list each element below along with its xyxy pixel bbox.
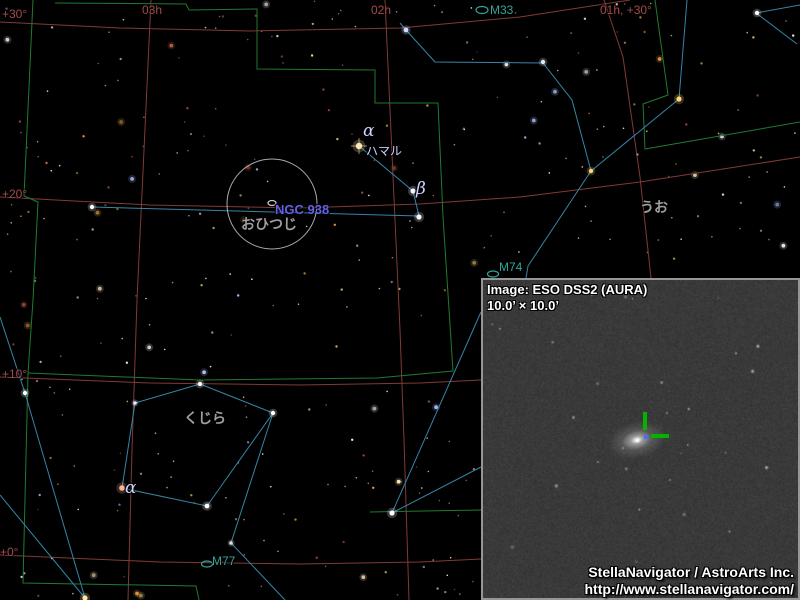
star-cet-3[interactable]	[271, 411, 275, 415]
messier-m77-label[interactable]: M77	[212, 555, 235, 567]
star-alpha-ari-label[interactable]: α	[363, 123, 374, 140]
target-crosshair-horizontal	[651, 434, 669, 438]
messier-m33-label[interactable]: M33	[490, 4, 513, 16]
constellation-cetus-label[interactable]: くじら	[184, 411, 226, 425]
dss2-image-inset: Image: ESO DSS2 (AURA) 10.0’ × 10.0’	[481, 278, 800, 600]
dec-plus0-label: +0°	[0, 546, 18, 558]
star-alpha-cet[interactable]	[119, 485, 125, 491]
star-psc-3[interactable]	[755, 11, 759, 15]
star-chart[interactable]: +30° 03h 02h 01h, +30° +20° +10° +0° M33 M74 M77 お…	[0, 0, 800, 600]
star-alpha-cet-label[interactable]: α	[125, 480, 136, 497]
constellation-pisces-label[interactable]: うお	[640, 200, 668, 214]
inset-field-size: 10.0’ × 10.0’	[487, 298, 559, 314]
star-psc-junction[interactable]	[589, 169, 593, 173]
ra-01h-dec-plus30-label: 01h, +30°	[600, 4, 652, 16]
ra-02h-label: 02h	[371, 4, 391, 16]
star-beta-ari-label[interactable]: β	[416, 181, 426, 198]
constellation-aries-label[interactable]: おひつじ	[241, 217, 297, 231]
dec-plus20-label: +20°	[2, 188, 27, 200]
dec-plus30-label: +30°	[2, 8, 27, 20]
star-cet-4[interactable]	[205, 504, 210, 509]
star-cet-5[interactable]	[229, 541, 233, 545]
star-psc-2[interactable]	[404, 28, 409, 33]
star-ari-west[interactable]	[90, 205, 94, 209]
messier-m74-label[interactable]: M74	[499, 261, 522, 273]
object-ngc938-label[interactable]: NGC 938	[275, 203, 329, 216]
dso-symbol-m74[interactable]	[488, 271, 499, 277]
ra-03h-label: 03h	[142, 4, 162, 16]
star-cet-2[interactable]	[133, 401, 137, 405]
star-gamma-ari[interactable]	[416, 214, 421, 219]
dec-plus10-label: +10°	[2, 368, 27, 380]
star-cet-6[interactable]	[23, 391, 27, 395]
dso-symbol-m77[interactable]	[202, 561, 213, 567]
star-beta-ari[interactable]	[410, 188, 415, 193]
star-psc-north[interactable]	[676, 96, 681, 101]
inset-image-source: Image: ESO DSS2 (AURA)	[487, 282, 647, 298]
app-credit-url: http://www.stellanavigator.com/	[584, 582, 794, 596]
target-position-marker	[644, 435, 648, 439]
star-hamal-label[interactable]: ハマル	[366, 145, 402, 157]
star-cet-1[interactable]	[198, 382, 202, 386]
target-crosshair-vertical	[643, 412, 647, 430]
dss2-image	[483, 280, 798, 598]
dso-symbol-m33[interactable]	[476, 7, 488, 14]
star-psc-4[interactable]	[389, 510, 394, 515]
star-hamal[interactable]	[356, 143, 362, 149]
star-psc-1[interactable]	[541, 60, 545, 64]
app-credit-line: StellaNavigator / AstroArts Inc.	[588, 565, 794, 579]
